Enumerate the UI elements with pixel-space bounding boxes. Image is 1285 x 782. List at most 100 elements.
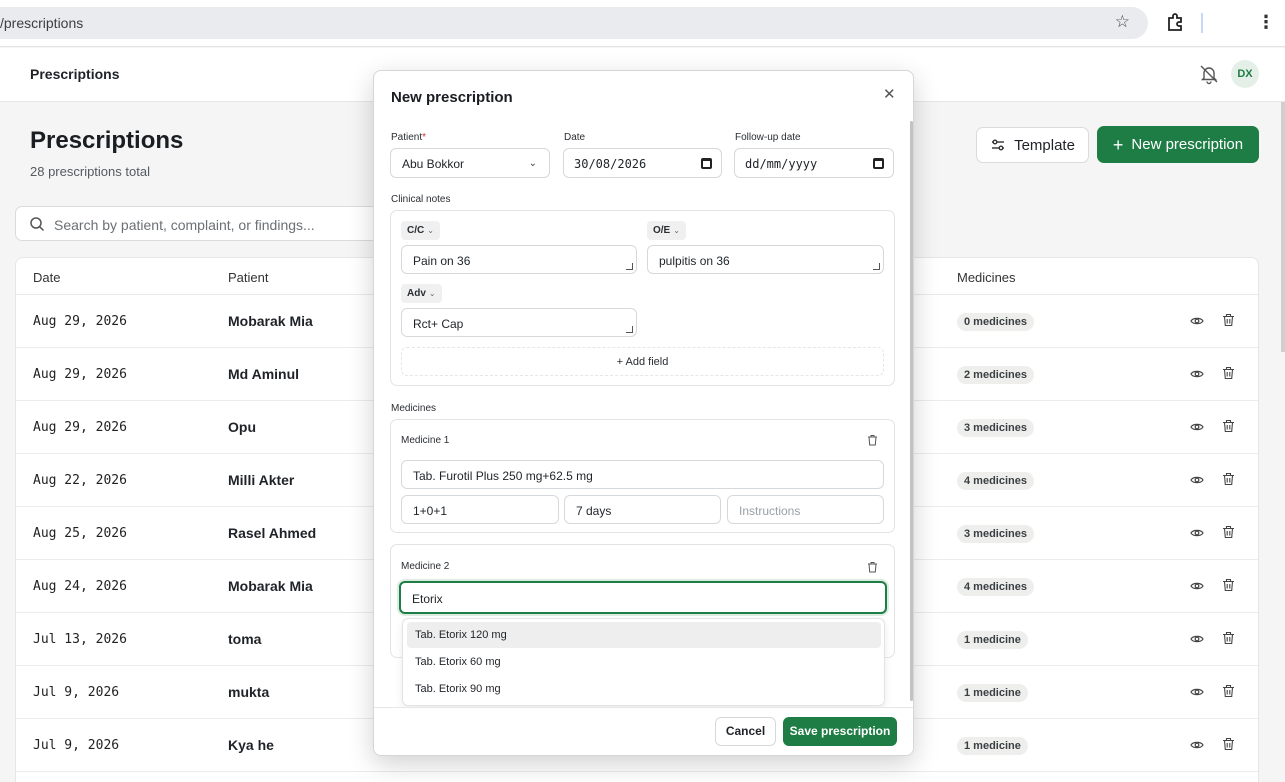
date-field-value: 30/08/2026 xyxy=(574,157,647,171)
row-patient[interactable]: Rasel Ahmed xyxy=(228,525,316,541)
cancel-button[interactable]: Cancel xyxy=(715,717,776,746)
medicine-card-1: Medicine 1 Tab. Furotil Plus 250 mg+62.5… xyxy=(390,419,895,533)
calendar-icon[interactable] xyxy=(873,158,884,169)
note-tag-cc[interactable]: C/C ⌄ xyxy=(401,221,440,240)
suggestion-item[interactable]: Tab. Etorix 60 mg xyxy=(407,649,881,675)
trash-icon[interactable] xyxy=(1222,419,1235,433)
medicine-1-duration: 7 days xyxy=(576,504,612,518)
medicine-2-title: Medicine 2 xyxy=(401,561,450,572)
suggestion-item[interactable]: Tab. Etorix 90 mg xyxy=(407,676,881,702)
browser-toolbar: /prescriptions ☆ ⋮ xyxy=(0,0,1285,47)
row-patient[interactable]: Md Aminul xyxy=(228,366,299,382)
row-patient[interactable]: Kya he xyxy=(228,737,274,753)
dialog-scrollbar[interactable] xyxy=(910,121,913,701)
date-field[interactable]: 30/08/2026 xyxy=(563,148,722,178)
column-header-medicines[interactable]: Medicines xyxy=(957,270,1016,285)
resize-handle-icon[interactable] xyxy=(873,263,880,270)
view-eye-icon[interactable] xyxy=(1190,367,1204,381)
medicine-1-name-field[interactable]: Tab. Furotil Plus 250 mg+62.5 mg xyxy=(401,460,884,489)
chevron-down-icon: ⌄ xyxy=(528,158,537,169)
address-bar[interactable]: /prescriptions ☆ xyxy=(0,7,1148,39)
trash-icon[interactable] xyxy=(1222,525,1235,539)
new-prescription-button[interactable]: + New prescription xyxy=(1097,126,1259,163)
row-patient[interactable]: toma xyxy=(228,631,261,647)
search-field[interactable]: Search by patient, complaint, or finding… xyxy=(15,206,415,241)
view-eye-icon[interactable] xyxy=(1190,473,1204,487)
row-patient[interactable]: Opu xyxy=(228,419,256,435)
row-patient[interactable]: mukta xyxy=(228,684,269,700)
followup-date-field[interactable]: dd/mm/yyyy xyxy=(734,148,894,178)
save-prescription-button[interactable]: Save prescription xyxy=(783,717,897,746)
suggestion-item[interactable]: Tab. Etorix 120 mg xyxy=(407,622,881,648)
view-eye-icon[interactable] xyxy=(1190,738,1204,752)
medicines-label: Medicines xyxy=(391,403,437,414)
medicine-1-instructions-placeholder: Instructions xyxy=(739,504,801,518)
view-eye-icon[interactable] xyxy=(1190,314,1204,328)
medicines-count-badge: 3 medicines xyxy=(957,525,1034,543)
column-header-patient[interactable]: Patient xyxy=(228,270,268,285)
medicine-1-duration-field[interactable]: 7 days xyxy=(564,495,721,524)
chevron-down-icon: ⌄ xyxy=(673,226,680,235)
resize-handle-icon[interactable] xyxy=(626,326,633,333)
view-eye-icon[interactable] xyxy=(1190,420,1204,434)
trash-icon[interactable] xyxy=(1222,578,1235,592)
medicines-count-badge: 1 medicine xyxy=(957,631,1028,649)
resize-handle-icon[interactable] xyxy=(626,263,633,270)
medicine-1-dose: 1+0+1 xyxy=(413,504,448,518)
row-date: Jul 9, 2026 xyxy=(33,685,120,700)
chevron-down-icon: ⌄ xyxy=(427,226,434,235)
row-date: Jul 13, 2026 xyxy=(33,632,127,647)
trash-icon[interactable] xyxy=(1222,684,1235,698)
close-icon[interactable]: ✕ xyxy=(883,85,896,103)
trash-icon[interactable] xyxy=(1222,313,1235,327)
note-tag-adv[interactable]: Adv ⌄ xyxy=(401,284,442,303)
column-header-date[interactable]: Date xyxy=(33,270,60,285)
note-cc-value: Pain on 36 xyxy=(413,254,471,268)
note-tag-oe[interactable]: O/E ⌄ xyxy=(647,221,686,240)
calendar-icon[interactable] xyxy=(701,158,712,169)
row-date: Aug 29, 2026 xyxy=(33,367,127,382)
note-cc-field[interactable]: Pain on 36 xyxy=(401,245,637,274)
medicine-1-title: Medicine 1 xyxy=(401,435,450,446)
medicines-count-badge: 1 medicine xyxy=(957,737,1028,755)
view-eye-icon[interactable] xyxy=(1190,579,1204,593)
view-eye-icon[interactable] xyxy=(1190,632,1204,646)
extensions-icon[interactable] xyxy=(1165,12,1185,32)
trash-icon[interactable] xyxy=(867,561,878,573)
view-eye-icon[interactable] xyxy=(1190,526,1204,540)
row-patient[interactable]: Mobarak Mia xyxy=(228,313,313,329)
browser-menu-icon[interactable]: ⋮ xyxy=(1257,12,1275,33)
chevron-down-icon: ⌄ xyxy=(428,289,436,298)
user-avatar[interactable]: DX xyxy=(1231,60,1259,88)
medicine-1-dose-field[interactable]: 1+0+1 xyxy=(401,495,559,524)
add-field-button[interactable]: + Add field xyxy=(401,347,884,376)
row-patient[interactable]: Mobarak Mia xyxy=(228,578,313,594)
notifications-off-icon[interactable] xyxy=(1198,63,1220,85)
note-oe-value: pulpitis on 36 xyxy=(659,254,730,268)
trash-icon[interactable] xyxy=(1222,472,1235,486)
note-adv-field[interactable]: Rct+ Cap xyxy=(401,308,637,337)
medicine-1-instructions-field[interactable]: Instructions xyxy=(727,495,884,524)
followup-label: Follow-up date xyxy=(735,132,801,143)
medicine-2-name-input[interactable]: Etorix xyxy=(399,581,887,614)
address-bar-url[interactable]: /prescriptions xyxy=(0,15,83,31)
clinical-notes-label: Clinical notes xyxy=(391,194,451,205)
header-title: Prescriptions xyxy=(30,66,120,82)
row-date: Aug 25, 2026 xyxy=(33,526,127,541)
trash-icon[interactable] xyxy=(867,434,878,446)
row-patient[interactable]: Milli Akter xyxy=(228,472,294,488)
view-eye-icon[interactable] xyxy=(1190,685,1204,699)
trash-icon[interactable] xyxy=(1222,737,1235,751)
trash-icon[interactable] xyxy=(1222,366,1235,380)
patient-select-value: Abu Bokkor xyxy=(402,157,465,171)
followup-date-placeholder: dd/mm/yyyy xyxy=(745,157,818,171)
patient-select[interactable]: Abu Bokkor ⌄ xyxy=(390,148,550,178)
note-oe-field[interactable]: pulpitis on 36 xyxy=(647,245,884,274)
bookmark-star-icon[interactable]: ☆ xyxy=(1115,12,1130,32)
trash-icon[interactable] xyxy=(1222,631,1235,645)
page-scrollbar[interactable] xyxy=(1281,102,1285,352)
template-button[interactable]: Template xyxy=(976,127,1089,163)
search-input[interactable]: Search by patient, complaint, or finding… xyxy=(54,217,315,233)
row-date: Aug 29, 2026 xyxy=(33,420,127,435)
medicines-count-badge: 3 medicines xyxy=(957,419,1034,437)
